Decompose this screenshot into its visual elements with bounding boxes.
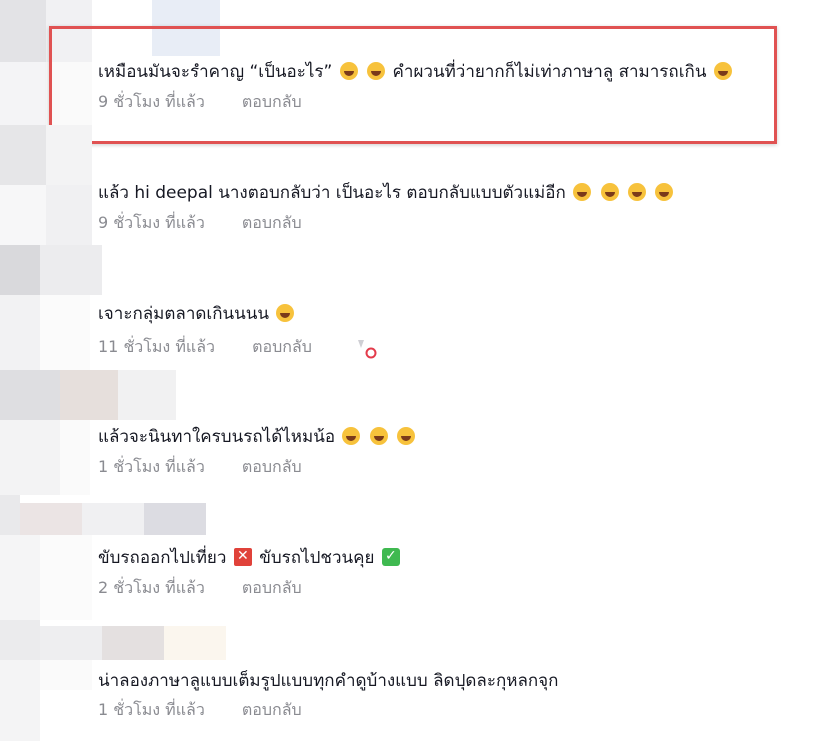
- joy-emoji-icon: [342, 427, 361, 445]
- comment-meta: 2 ชั่วโมง ที่แล้ว ตอบกลับ: [98, 578, 302, 598]
- comment-timestamp: 11 ชั่วโมง ที่แล้ว: [98, 337, 215, 356]
- reply-button[interactable]: ตอบกลับ: [242, 213, 302, 233]
- comment-meta: 11 ชั่วโมง ที่แล้ว ตอบกลับ: [98, 337, 312, 357]
- cross-mark-icon: [233, 547, 252, 566]
- comment-text-part: น่าลองภาษาลูแบบเต็มรูปแบบทุกคำดูบ้างแบบ …: [98, 671, 559, 691]
- comment-text-part: เจาะกลุ่มตลาดเกินนนน: [98, 304, 269, 324]
- avatar[interactable]: [0, 245, 102, 370]
- comment-timestamp: 1 ชั่วโมง ที่แล้ว: [98, 457, 205, 476]
- rofl-emoji-icon: [573, 183, 592, 201]
- comment-timestamp: 1 ชั่วโมง ที่แล้ว: [98, 700, 205, 719]
- comment-text: แล้วจะนินทาใครบนรถได้ไหมน้อ: [98, 426, 417, 448]
- comment-item: น่าลองภาษาลูแบบเต็มรูปแบบทุกคำดูบ้างแบบ …: [0, 620, 838, 741]
- joy-emoji-icon: [369, 427, 388, 445]
- comment-timestamp: 2 ชั่วโมง ที่แล้ว: [98, 578, 205, 597]
- comment-text: น่าลองภาษาลูแบบเต็มรูปแบบทุกคำดูบ้างแบบ …: [98, 670, 558, 692]
- comment-text: ขับรถออกไปเที่ยว ขับรถไปชวนคุย: [98, 547, 402, 569]
- reply-button[interactable]: ตอบกลับ: [242, 578, 302, 598]
- reply-button[interactable]: ตอบกลับ: [242, 700, 302, 720]
- comment-text-part: ขับรถออกไปเที่ยว: [98, 548, 227, 568]
- comment-item: เจาะกลุ่มตลาดเกินนนน 11 ชั่วโมง ที่แล้ว …: [0, 245, 838, 370]
- comment-timestamp: 9 ชั่วโมง ที่แล้ว: [98, 213, 205, 232]
- comment-meta: 1 ชั่วโมง ที่แล้ว ตอบกลับ: [98, 457, 302, 477]
- comment-text-part: ขับรถไปชวนคุย: [259, 548, 375, 568]
- like-cursor-icon[interactable]: [355, 338, 377, 360]
- rofl-emoji-icon: [655, 183, 674, 201]
- comment-item: ขับรถออกไปเที่ยว ขับรถไปชวนคุย 2 ชั่วโมง…: [0, 495, 838, 620]
- check-mark-icon: [381, 547, 400, 566]
- comment-text-part: แล้วจะนินทาใครบนรถได้ไหมน้อ: [98, 427, 336, 447]
- rofl-emoji-icon: [627, 183, 646, 201]
- joy-emoji-icon: [276, 304, 295, 322]
- joy-emoji-icon: [397, 427, 416, 445]
- comment-text: เจาะกลุ่มตลาดเกินนนน: [98, 303, 296, 325]
- comment-text: แล้ว hi deepal นางตอบกลับว่า เป็นอะไร ตอ…: [98, 182, 675, 204]
- comment-meta: 9 ชั่วโมง ที่แล้ว ตอบกลับ: [98, 213, 302, 233]
- rofl-emoji-icon: [600, 183, 619, 201]
- comment-meta: 1 ชั่วโมง ที่แล้ว ตอบกลับ: [98, 700, 302, 720]
- comment-item: แล้วจะนินทาใครบนรถได้ไหมน้อ 1 ชั่วโมง ที…: [0, 370, 838, 495]
- comment-text-part: แล้ว hi deepal นางตอบกลับว่า เป็นอะไร ตอ…: [98, 183, 566, 203]
- reply-button[interactable]: ตอบกลับ: [252, 337, 312, 357]
- reply-button[interactable]: ตอบกลับ: [242, 457, 302, 477]
- comment-item: แล้ว hi deepal นางตอบกลับว่า เป็นอะไร ตอ…: [0, 125, 838, 245]
- avatar[interactable]: [0, 125, 92, 245]
